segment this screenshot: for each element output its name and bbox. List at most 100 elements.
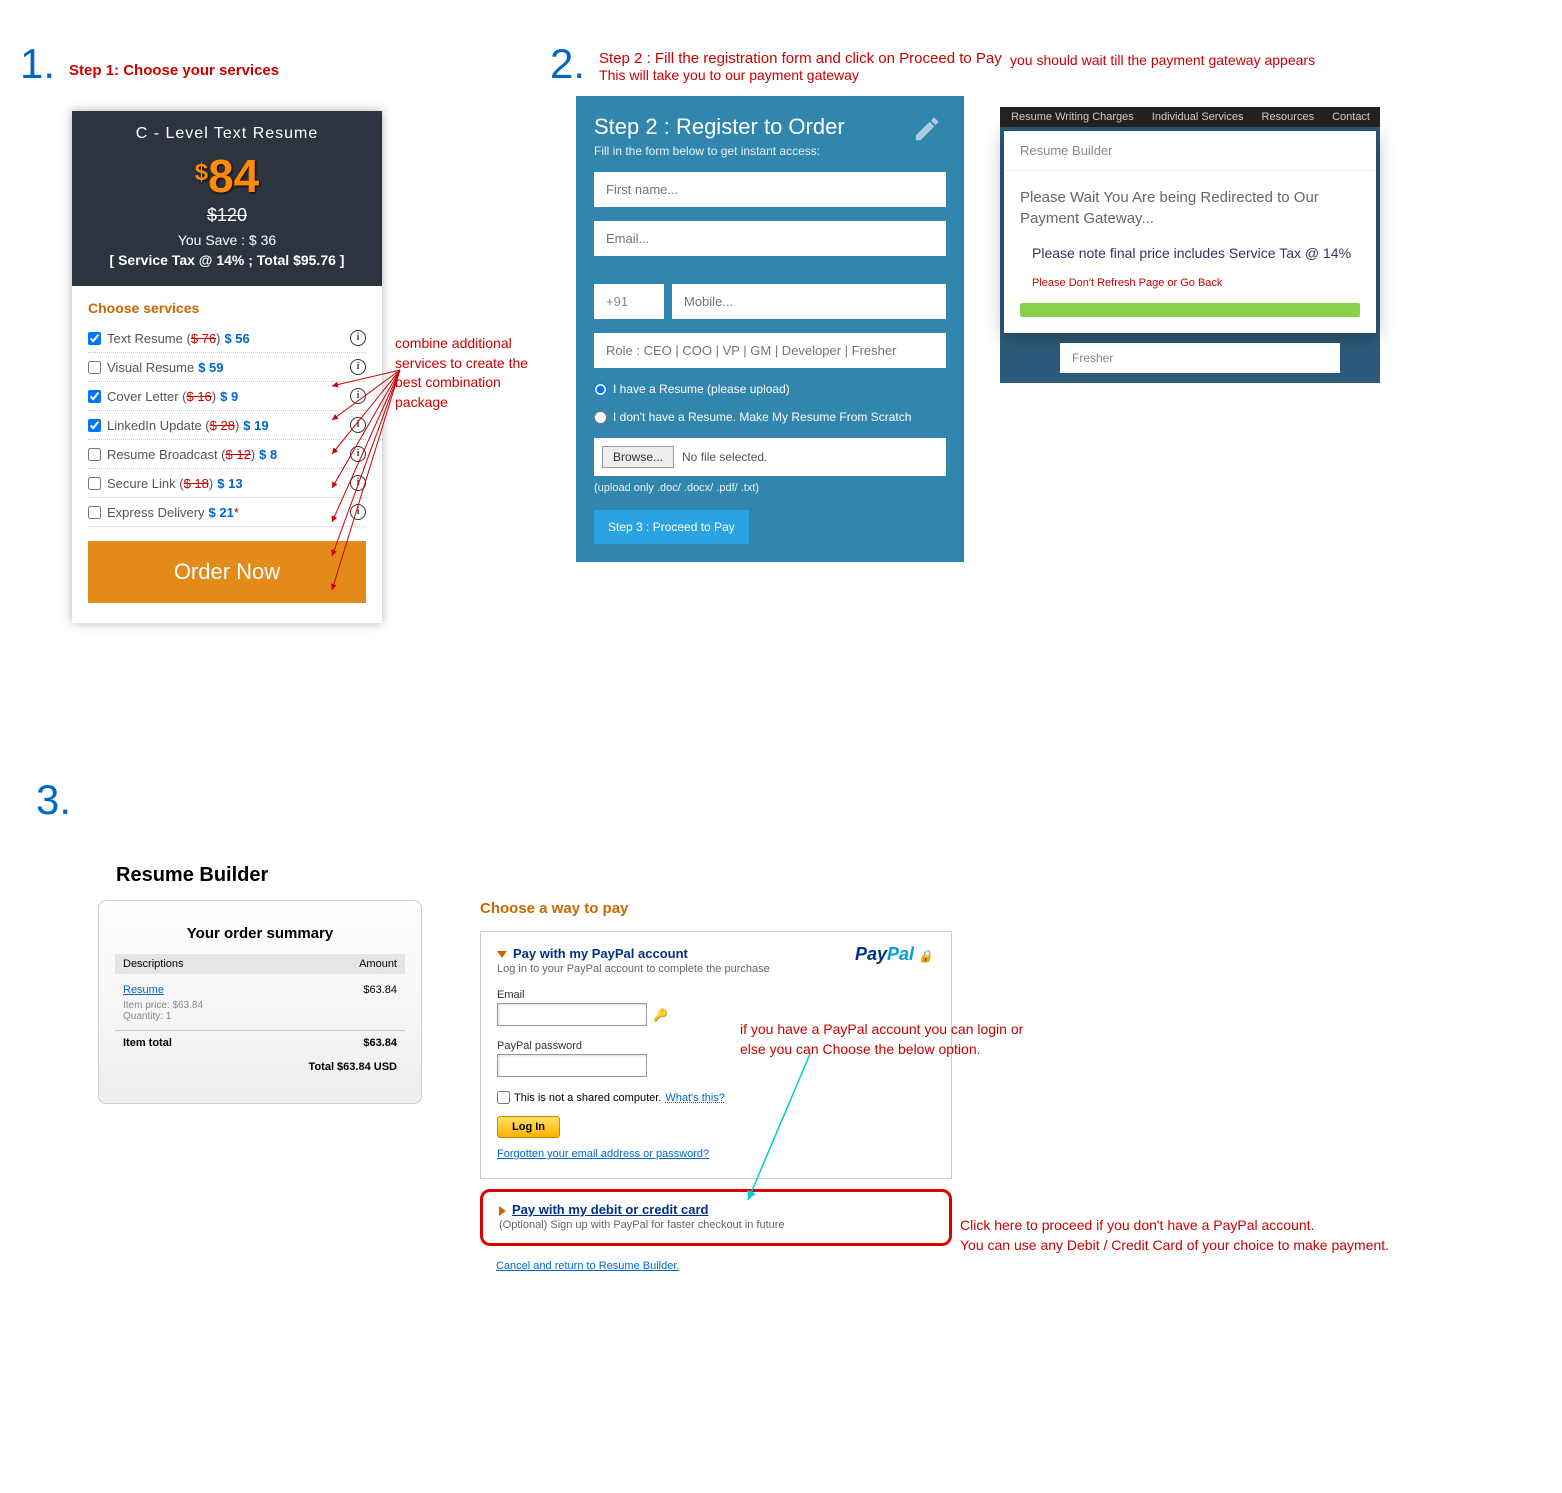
mobile-input[interactable] <box>672 284 946 319</box>
proceed-to-pay-button[interactable]: Step 3 : Proceed to Pay <box>594 510 749 544</box>
service-row[interactable]: Express Delivery $ 21 *i <box>88 498 366 527</box>
please-wait-text: Please Wait You Are being Redirected to … <box>1020 187 1360 229</box>
paypal-email-input[interactable] <box>497 1003 647 1026</box>
wait-label: you should wait till the payment gateway… <box>1010 52 1315 68</box>
paypal-password-input[interactable] <box>497 1054 647 1077</box>
item-name[interactable]: Resume <box>123 984 164 996</box>
service-tax: [ Service Tax @ 14% ; Total $95.76 ] <box>82 252 372 268</box>
paypal-login-note: if you have a PayPal account you can log… <box>740 1020 1040 1059</box>
product-title: C - Level Text Resume <box>82 125 372 143</box>
cc-note-1: Click here to proceed if you don't have … <box>960 1216 1400 1236</box>
item-price: Item price: $63.84 <box>115 1000 405 1011</box>
nav-item[interactable]: Contact <box>1332 111 1370 123</box>
email-input[interactable] <box>594 221 946 256</box>
service-row[interactable]: Secure Link ( $ 18 ) $ 13i <box>88 469 366 498</box>
nav-item[interactable]: Resources <box>1262 111 1315 123</box>
browse-button[interactable]: Browse... <box>602 446 674 468</box>
email-label: Email <box>497 989 935 1001</box>
register-title: Step 2 : Register to Order <box>594 114 946 140</box>
pricing-card: C - Level Text Resume $84 $120 You Save … <box>72 111 382 623</box>
price: $84 <box>82 149 372 203</box>
info-icon[interactable]: i <box>350 446 366 462</box>
item-total-label: Item total <box>123 1037 172 1049</box>
upload-note: (upload only .doc/ .docx/ .pdf/ .txt) <box>594 482 946 494</box>
fresher-field: Fresher <box>1060 343 1340 373</box>
order-now-button[interactable]: Order Now <box>88 541 366 603</box>
service-row[interactable]: Visual Resume $ 59i <box>88 353 366 382</box>
pricing-header: C - Level Text Resume $84 $120 You Save … <box>72 111 382 286</box>
step2-label-2: This will take you to our payment gatewa… <box>599 67 1002 83</box>
info-icon[interactable]: i <box>350 417 366 433</box>
file-upload[interactable]: Browse... No file selected. <box>594 438 946 476</box>
country-code-input[interactable] <box>594 284 664 319</box>
payment-panel: Choose a way to pay PayPal🔒 Pay with my … <box>480 900 952 1272</box>
register-form: Step 2 : Register to Order Fill in the f… <box>576 96 964 562</box>
register-sub: Fill in the form below to get instant ac… <box>594 144 946 158</box>
paypal-logo: PayPal🔒 <box>855 944 933 965</box>
cc-note-2: You can use any Debit / Credit Card of y… <box>960 1236 1400 1256</box>
chevron-right-icon <box>499 1206 506 1216</box>
service-row[interactable]: LinkedIn Update ( $ 28 ) $ 19i <box>88 411 366 440</box>
info-icon[interactable]: i <box>350 504 366 520</box>
item-qty: Quantity: 1 <box>115 1011 405 1022</box>
no-file-label: No file selected. <box>682 450 767 464</box>
cc-heading[interactable]: Pay with my debit or credit card <box>512 1202 709 1217</box>
service-row[interactable]: Cover Letter ( $ 16 ) $ 9i <box>88 382 366 411</box>
lock-icon: 🔒 <box>918 949 933 963</box>
step1-number: 1. <box>20 40 55 88</box>
paypal-heading[interactable]: Pay with my PayPal account <box>513 946 688 961</box>
service-row[interactable]: Text Resume ( $ 76 ) $ 56i <box>88 324 366 353</box>
credit-card-box[interactable]: Pay with my debit or credit card (Option… <box>480 1189 952 1246</box>
cancel-link[interactable]: Cancel and return to Resume Builder. <box>496 1260 679 1272</box>
order-summary-title: Your order summary <box>115 925 405 942</box>
progress-bar <box>1020 303 1360 317</box>
col-desc: Descriptions <box>123 958 184 970</box>
dont-refresh-warn: Please Don't Refresh Page or Go Back <box>1032 277 1360 289</box>
info-icon[interactable]: i <box>350 388 366 404</box>
have-resume-radio[interactable]: I have a Resume (please upload) <box>594 382 946 396</box>
service-checkbox[interactable] <box>88 390 101 403</box>
pencil-icon <box>912 114 942 144</box>
choose-pay-title: Choose a way to pay <box>480 900 952 917</box>
no-resume-radio[interactable]: I don't have a Resume. Make My Resume Fr… <box>594 410 946 424</box>
top-nav: Resume Writing Charges Individual Servic… <box>1000 107 1380 127</box>
cc-sub: (Optional) Sign up with PayPal for faste… <box>499 1219 933 1231</box>
col-amount: Amount <box>359 958 397 970</box>
key-icon: 🔑 <box>653 1008 668 1022</box>
login-button[interactable]: Log In <box>497 1116 560 1138</box>
step2-number: 2. <box>550 40 585 88</box>
grand-total: Total $63.84 USD <box>115 1055 405 1079</box>
service-row[interactable]: Resume Broadcast ( $ 12)$ 8i <box>88 440 366 469</box>
redirect-modal: Resume Builder Please Wait You Are being… <box>1004 131 1376 333</box>
old-price: $120 <box>82 205 372 226</box>
item-amount: $63.84 <box>363 984 397 996</box>
nav-item[interactable]: Resume Writing Charges <box>1011 111 1134 123</box>
info-icon[interactable]: i <box>350 475 366 491</box>
info-icon[interactable]: i <box>350 330 366 346</box>
service-checkbox[interactable] <box>88 506 101 519</box>
shared-computer-checkbox[interactable]: This is not a shared computer. What's th… <box>497 1091 935 1104</box>
order-summary-card: Your order summary Descriptions Amount Re… <box>98 900 422 1104</box>
role-input[interactable] <box>594 333 946 368</box>
redirect-panel: Resume Writing Charges Individual Servic… <box>1000 107 1380 383</box>
step2-label-1: Step 2 : Fill the registration form and … <box>599 50 1002 67</box>
step3-number: 3. <box>36 776 71 823</box>
tax-note: Please note final price includes Service… <box>1032 245 1360 261</box>
service-checkbox[interactable] <box>88 361 101 374</box>
service-checkbox[interactable] <box>88 477 101 490</box>
step1-label: Step 1: Choose your services <box>69 62 279 79</box>
whats-this-link[interactable]: What's this? <box>665 1092 725 1104</box>
service-checkbox[interactable] <box>88 332 101 345</box>
nav-item[interactable]: Individual Services <box>1152 111 1244 123</box>
chevron-down-icon <box>497 951 507 958</box>
first-name-input[interactable] <box>594 172 946 207</box>
forgot-link[interactable]: Forgotten your email address or password… <box>497 1148 709 1160</box>
you-save: You Save : $ 36 <box>82 232 372 248</box>
choose-services-title: Choose services <box>88 300 366 316</box>
info-icon[interactable]: i <box>350 359 366 375</box>
resume-builder-title: Resume Builder <box>116 864 268 887</box>
item-total: $63.84 <box>363 1037 397 1049</box>
service-checkbox[interactable] <box>88 419 101 432</box>
combine-note: combine additional services to create th… <box>395 334 555 412</box>
service-checkbox[interactable] <box>88 448 101 461</box>
